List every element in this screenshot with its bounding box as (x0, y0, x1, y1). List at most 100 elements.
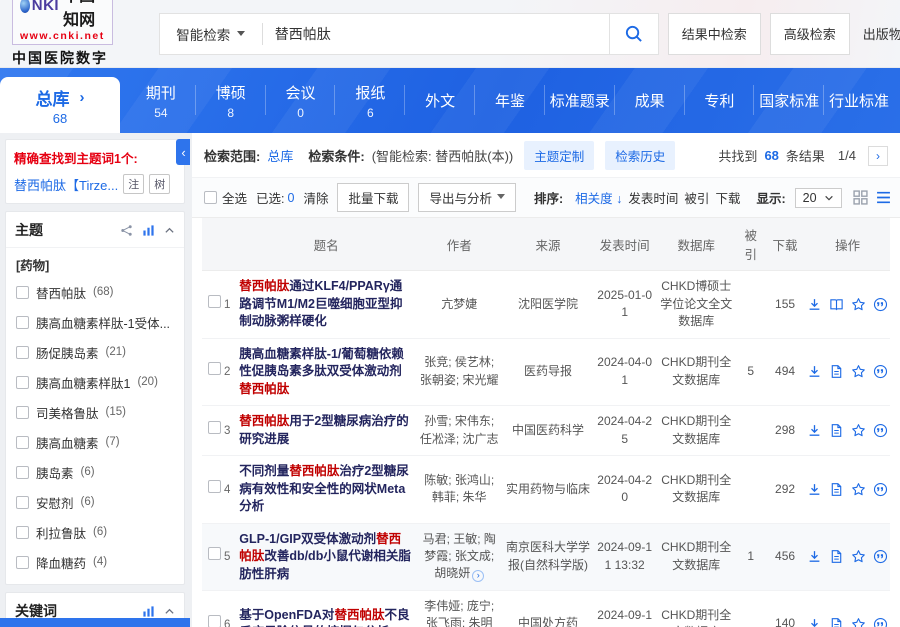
source[interactable]: 南京医科大学学报(自然科学版) (502, 523, 594, 591)
download-count[interactable]: 298 (764, 405, 806, 456)
database[interactable]: CHKD期刊全文数据库 (655, 405, 737, 456)
theme-filter-item-9[interactable]: 利拉鲁肽 (6) (14, 517, 176, 547)
row-checkbox[interactable] (207, 614, 221, 627)
select-all-checkbox[interactable] (204, 191, 217, 204)
favorite-icon[interactable] (851, 482, 866, 497)
source[interactable]: 中国医药科学 (502, 405, 594, 456)
theme-filter-item-7[interactable]: 胰岛素 (6) (14, 457, 176, 487)
database[interactable]: CHKD博硕士学位论文全文数据库 (655, 270, 737, 339)
read-html-page-icon[interactable] (829, 423, 844, 438)
favorite-icon[interactable] (851, 549, 866, 564)
batch-download-button[interactable]: 批量下载 (337, 183, 410, 212)
list-view-icon[interactable] (876, 190, 891, 205)
checkbox[interactable] (16, 435, 29, 449)
cite-icon[interactable] (873, 617, 888, 627)
authors[interactable]: 马君; 王敏; 陶梦霞; 张文成; 胡晓妍 (423, 532, 496, 581)
more-authors-button[interactable]: › (472, 569, 485, 582)
source[interactable]: 医药导报 (502, 338, 594, 406)
sort-option-inactive[interactable]: 发表时间 (628, 192, 678, 206)
next-page-button[interactable]: › (868, 145, 888, 166)
download-count[interactable]: 140 (764, 590, 806, 627)
nav-item-4[interactable]: 报纸 6 (335, 68, 406, 133)
database[interactable]: CHKD期刊全文数据库 (655, 455, 737, 524)
sort-option-active[interactable]: 相关度 ↓ (575, 192, 622, 206)
term-tree-button[interactable]: 树 (149, 174, 171, 194)
bar-chart-icon[interactable] (142, 224, 155, 237)
database[interactable]: CHKD期刊全文数据库 (655, 338, 737, 406)
checkbox[interactable] (16, 495, 29, 509)
nav-item-5[interactable]: 外文 (405, 68, 475, 133)
download-icon[interactable] (807, 297, 822, 312)
authors[interactable]: 张竞; 侯艺林; 张朝姿; 宋光耀 (420, 355, 499, 386)
term-note-button[interactable]: 注 (123, 174, 145, 194)
authors[interactable]: 孙雪; 宋伟东; 任凇泽; 沈广志 (420, 414, 499, 445)
nav-item-9[interactable]: 专利 (685, 68, 755, 133)
read-html-page-icon[interactable] (829, 482, 844, 497)
cite-icon[interactable] (873, 297, 888, 312)
theme-customize-button[interactable]: 主题定制 (524, 141, 595, 170)
result-title-link[interactable]: 基于OpenFDA对替西帕肽不良反应风险信号的挖掘与分析 (239, 608, 409, 627)
read-html-page-icon[interactable] (829, 549, 844, 564)
database[interactable]: CHKD期刊全文数据库 (655, 590, 737, 627)
select-all-control[interactable]: 全选 (204, 188, 247, 207)
grid-view-icon[interactable] (852, 190, 868, 205)
nav-tab-total-library[interactable]: 总库 › 68 (0, 77, 120, 133)
checkbox[interactable] (16, 405, 29, 419)
cited-count[interactable]: 1 (736, 523, 765, 591)
authors[interactable]: 亢梦婕 (441, 297, 477, 311)
cite-icon[interactable] (873, 549, 888, 564)
checkbox[interactable] (16, 525, 29, 539)
download-icon[interactable] (807, 549, 822, 564)
favorite-icon[interactable] (851, 297, 866, 312)
result-title-link[interactable]: 不同剂量替西帕肽治疗2型糖尿病有效性和安全性的网状Meta分析 (239, 464, 408, 513)
page-size-select[interactable]: 20 (794, 187, 842, 208)
cited-count[interactable]: 5 (736, 338, 765, 406)
nav-item-6[interactable]: 年鉴 (475, 68, 545, 133)
download-count[interactable]: 494 (764, 338, 806, 406)
read-online-book-icon[interactable] (829, 297, 844, 312)
favorite-icon[interactable] (851, 617, 866, 627)
download-count[interactable]: 155 (764, 270, 806, 339)
cite-icon[interactable] (873, 364, 888, 379)
cite-icon[interactable] (873, 423, 888, 438)
theme-filter-item-4[interactable]: 胰高血糖素样肽1 (20) (14, 367, 176, 397)
chevron-up-icon[interactable] (164, 606, 175, 617)
checkbox[interactable] (16, 465, 29, 479)
checkbox[interactable] (16, 375, 29, 389)
search-input[interactable] (262, 25, 610, 42)
download-icon[interactable] (807, 482, 822, 497)
sidebar-collapse-button[interactable]: ‹ (176, 139, 190, 165)
source[interactable]: 实用药物与临床 (502, 455, 594, 524)
nav-item-1[interactable]: 期刊 54 (126, 68, 196, 133)
source[interactable]: 沈阳医学院 (502, 270, 594, 339)
download-count[interactable]: 456 (764, 523, 806, 591)
row-checkbox[interactable] (207, 479, 221, 493)
theme-filter-item-8[interactable]: 安慰剂 (6) (14, 487, 176, 517)
row-checkbox[interactable] (207, 547, 221, 561)
favorite-icon[interactable] (851, 423, 866, 438)
download-icon[interactable] (807, 423, 822, 438)
theme-filter-item-5[interactable]: 司美格鲁肽 (15) (14, 397, 176, 427)
thesaurus-term-link[interactable]: 替西帕肽【Tirze... (14, 175, 118, 194)
authors[interactable]: 李伟娅; 庞宁; 张飞雨; 朱明辉; 蒋媛 (424, 599, 494, 627)
result-title-link[interactable]: GLP-1/GIP双受体激动剂替西帕肽改善db/db小鼠代谢相关脂肪性肝病 (239, 532, 411, 581)
export-analyze-button[interactable]: 导出与分析 (418, 183, 516, 212)
download-count[interactable]: 292 (764, 455, 806, 524)
result-title-link[interactable]: 替西帕肽通过KLF4/PPARγ通路调节M1/M2巨噬细胞亚型抑制动脉粥样硬化 (239, 279, 402, 328)
search-button[interactable] (608, 12, 659, 55)
download-icon[interactable] (807, 617, 822, 627)
result-title-link[interactable]: 替西帕肽用于2型糖尿病治疗的研究进展 (239, 414, 408, 446)
row-checkbox[interactable] (207, 294, 221, 308)
theme-filter-item-6[interactable]: 胰高血糖素 (7) (14, 427, 176, 457)
clear-selection-button[interactable]: 清除 (303, 188, 328, 207)
checkbox[interactable] (16, 285, 29, 299)
row-checkbox[interactable] (207, 362, 221, 376)
knowledge-graph-icon[interactable] (120, 224, 133, 237)
theme-filter-item-1[interactable]: 替西帕肽 (68) (14, 277, 176, 307)
nav-item-7[interactable]: 标准题录 (545, 68, 615, 133)
sort-option-inactive[interactable]: 被引 (684, 192, 709, 206)
bar-chart-icon[interactable] (142, 605, 155, 618)
theme-filter-item-2[interactable]: 胰高血糖素样肽-1受体...(23) (14, 307, 176, 337)
row-checkbox[interactable] (207, 421, 221, 435)
checkbox[interactable] (16, 555, 29, 569)
